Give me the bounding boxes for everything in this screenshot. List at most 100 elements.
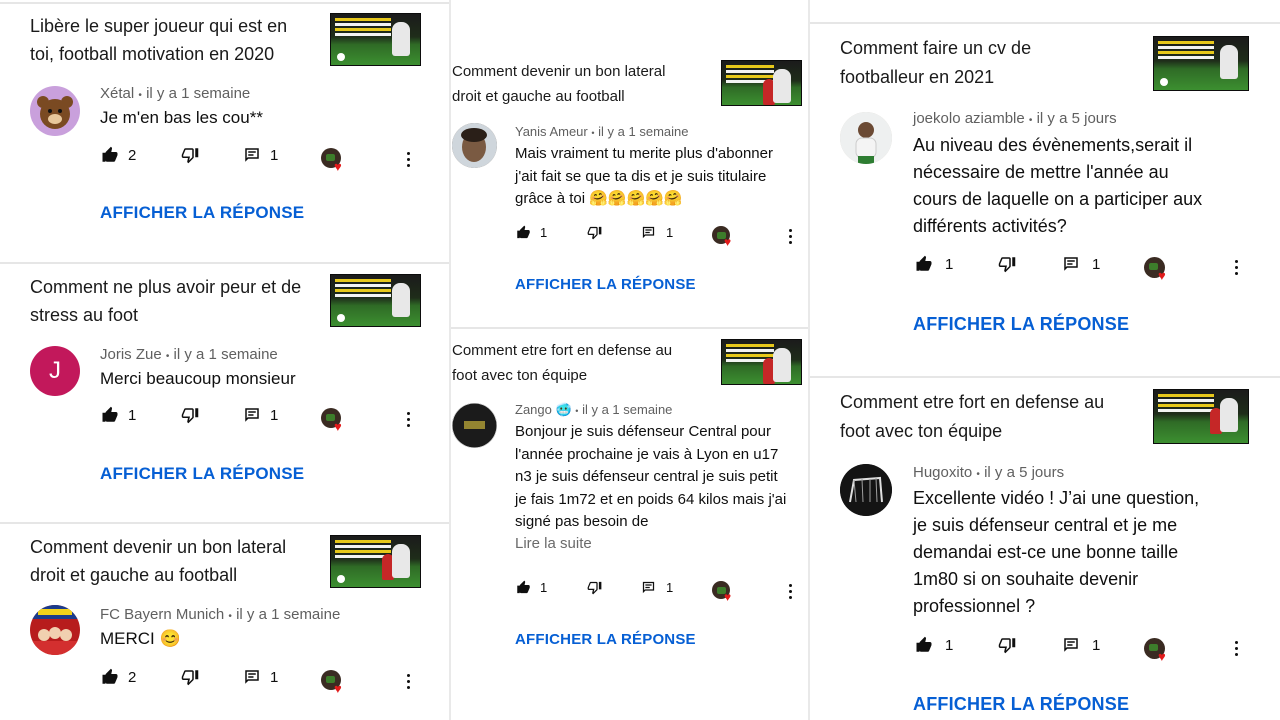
video-thumbnail[interactable]: [330, 274, 421, 327]
reply-button[interactable]: 1: [243, 668, 278, 686]
show-reply-link[interactable]: AFFICHER LA RÉPONSE: [100, 464, 304, 484]
show-reply-link[interactable]: AFFICHER LA RÉPONSE: [913, 314, 1129, 335]
video-thumbnail[interactable]: [1153, 36, 1249, 91]
comment-meta: Joris Zue • il y a 1 semaine: [100, 346, 278, 363]
author-name[interactable]: Xétal: [100, 85, 134, 102]
like-button[interactable]: 1: [101, 406, 136, 424]
video-title[interactable]: Comment devenir un bon lateral droit et …: [452, 59, 692, 109]
video-title[interactable]: Comment ne plus avoir peur et de stress …: [30, 273, 310, 329]
meta-separator: •: [228, 611, 232, 622]
thumb-up-icon: [517, 225, 530, 239]
more-vert-icon[interactable]: [1235, 260, 1239, 278]
creator-heart-icon: ♥: [334, 159, 342, 174]
show-reply-link[interactable]: AFFICHER LA RÉPONSE: [515, 276, 696, 293]
video-thumbnail[interactable]: [330, 535, 421, 588]
more-vert-icon[interactable]: [407, 674, 411, 692]
video-thumbnail[interactable]: [330, 13, 421, 66]
dislike-button[interactable]: [998, 636, 1016, 654]
avatar[interactable]: J: [30, 346, 80, 396]
reply-button[interactable]: 1: [641, 580, 673, 595]
reply-count: 1: [270, 406, 279, 424]
meta-separator: •: [575, 406, 579, 416]
reply-button[interactable]: 1: [1062, 255, 1100, 273]
video-thumbnail[interactable]: [721, 339, 802, 385]
more-vert-icon[interactable]: [1235, 641, 1239, 659]
comment-meta: joekolo aziamble • il y a 5 jours: [913, 110, 1117, 127]
comment-text: Excellente vidéo ! J’ai une question, je…: [913, 488, 1200, 616]
action-bar: 1 1 ♥: [451, 580, 808, 604]
comment-time[interactable]: il y a 5 jours: [984, 464, 1064, 481]
like-count: 1: [540, 225, 548, 240]
like-button[interactable]: 1: [915, 255, 953, 273]
reply-count: 1: [1092, 255, 1101, 273]
show-reply-link[interactable]: AFFICHER LA RÉPONSE: [100, 203, 304, 223]
author-name[interactable]: Yanis Ameur: [515, 124, 588, 139]
author-name[interactable]: Hugoxito: [913, 464, 972, 481]
video-thumbnail[interactable]: [1153, 389, 1249, 444]
comment-reply-icon: [245, 670, 259, 684]
dislike-button[interactable]: [587, 225, 602, 240]
comment-meta: Yanis Ameur • il y a 1 semaine: [515, 124, 688, 139]
meta-separator: •: [138, 90, 142, 101]
creator-heart-icon: ♥: [334, 419, 342, 434]
comment-meta: Hugoxito • il y a 5 jours: [913, 464, 1064, 481]
avatar[interactable]: [452, 123, 497, 168]
avatar[interactable]: [840, 464, 892, 516]
comment-time[interactable]: il y a 1 semaine: [174, 346, 278, 363]
dislike-button[interactable]: [181, 668, 199, 686]
more-vert-icon[interactable]: [407, 152, 411, 170]
more-vert-icon[interactable]: [789, 584, 793, 602]
avatar[interactable]: [840, 112, 892, 164]
author-name[interactable]: Zango 🥶: [515, 402, 572, 417]
dislike-button[interactable]: [998, 255, 1016, 273]
action-bar: 1 1 ♥: [451, 225, 808, 249]
dislike-button[interactable]: [587, 580, 602, 595]
reply-button[interactable]: 1: [243, 406, 278, 424]
read-more-link[interactable]: Lire la suite: [515, 535, 592, 552]
video-title[interactable]: Comment faire un cv de footballeur en 20…: [840, 34, 1070, 92]
reply-button[interactable]: 1: [1062, 636, 1100, 654]
comment-time[interactable]: il y a 1 semaine: [146, 85, 250, 102]
like-button[interactable]: 1: [516, 580, 547, 595]
dislike-button[interactable]: [181, 406, 199, 424]
divider: [0, 2, 450, 4]
video-thumbnail[interactable]: [721, 60, 802, 106]
goal-avatar-icon: [840, 464, 892, 516]
action-bar: 1 1 ♥: [0, 406, 450, 434]
video-title[interactable]: Comment devenir un bon lateral droit et …: [30, 533, 310, 589]
video-title[interactable]: Comment etre fort en defense au foot ave…: [452, 338, 692, 388]
comment-time[interactable]: il y a 5 jours: [1037, 110, 1117, 127]
meta-separator: •: [165, 351, 170, 362]
video-title[interactable]: Libère le super joueur qui est en toi, f…: [30, 12, 300, 68]
meta-separator: •: [591, 128, 595, 138]
action-bar: 2 1 ♥: [0, 668, 450, 695]
show-reply-link[interactable]: AFFICHER LA RÉPONSE: [515, 631, 696, 648]
dislike-button[interactable]: [181, 146, 199, 164]
author-name[interactable]: FC Bayern Munich: [100, 606, 224, 623]
reply-button[interactable]: 1: [243, 146, 278, 164]
like-button[interactable]: 1: [516, 225, 547, 240]
comment-time[interactable]: il y a 1 semaine: [236, 606, 340, 623]
comment-time[interactable]: il y a 1 semaine: [598, 124, 688, 139]
comment-text: Je m'en bas les cou**: [100, 108, 263, 127]
comment-time[interactable]: il y a 1 semaine: [582, 402, 672, 417]
thumb-down-icon: [587, 581, 602, 595]
avatar[interactable]: [452, 403, 497, 448]
comment-meta: FC Bayern Munich • il y a 1 semaine: [100, 606, 340, 623]
like-button[interactable]: 1: [915, 636, 953, 654]
like-button[interactable]: 2: [101, 668, 136, 686]
divider: [0, 522, 450, 524]
author-name[interactable]: Joris Zue: [100, 346, 162, 363]
video-title[interactable]: Comment etre fort en defense au foot ave…: [840, 388, 1130, 446]
more-vert-icon[interactable]: [789, 229, 793, 247]
comment-text: Au niveau des évènements,serait il néces…: [913, 135, 1203, 236]
avatar[interactable]: [30, 86, 80, 136]
team-avatar-icon: [30, 605, 80, 655]
show-reply-link[interactable]: AFFICHER LA RÉPONSE: [913, 694, 1129, 715]
avatar[interactable]: [30, 605, 80, 655]
author-name[interactable]: joekolo aziamble: [913, 110, 1025, 127]
reply-button[interactable]: 1: [641, 225, 673, 240]
like-button[interactable]: 2: [101, 146, 136, 164]
reply-count: 1: [1092, 636, 1101, 654]
more-vert-icon[interactable]: [407, 412, 411, 430]
